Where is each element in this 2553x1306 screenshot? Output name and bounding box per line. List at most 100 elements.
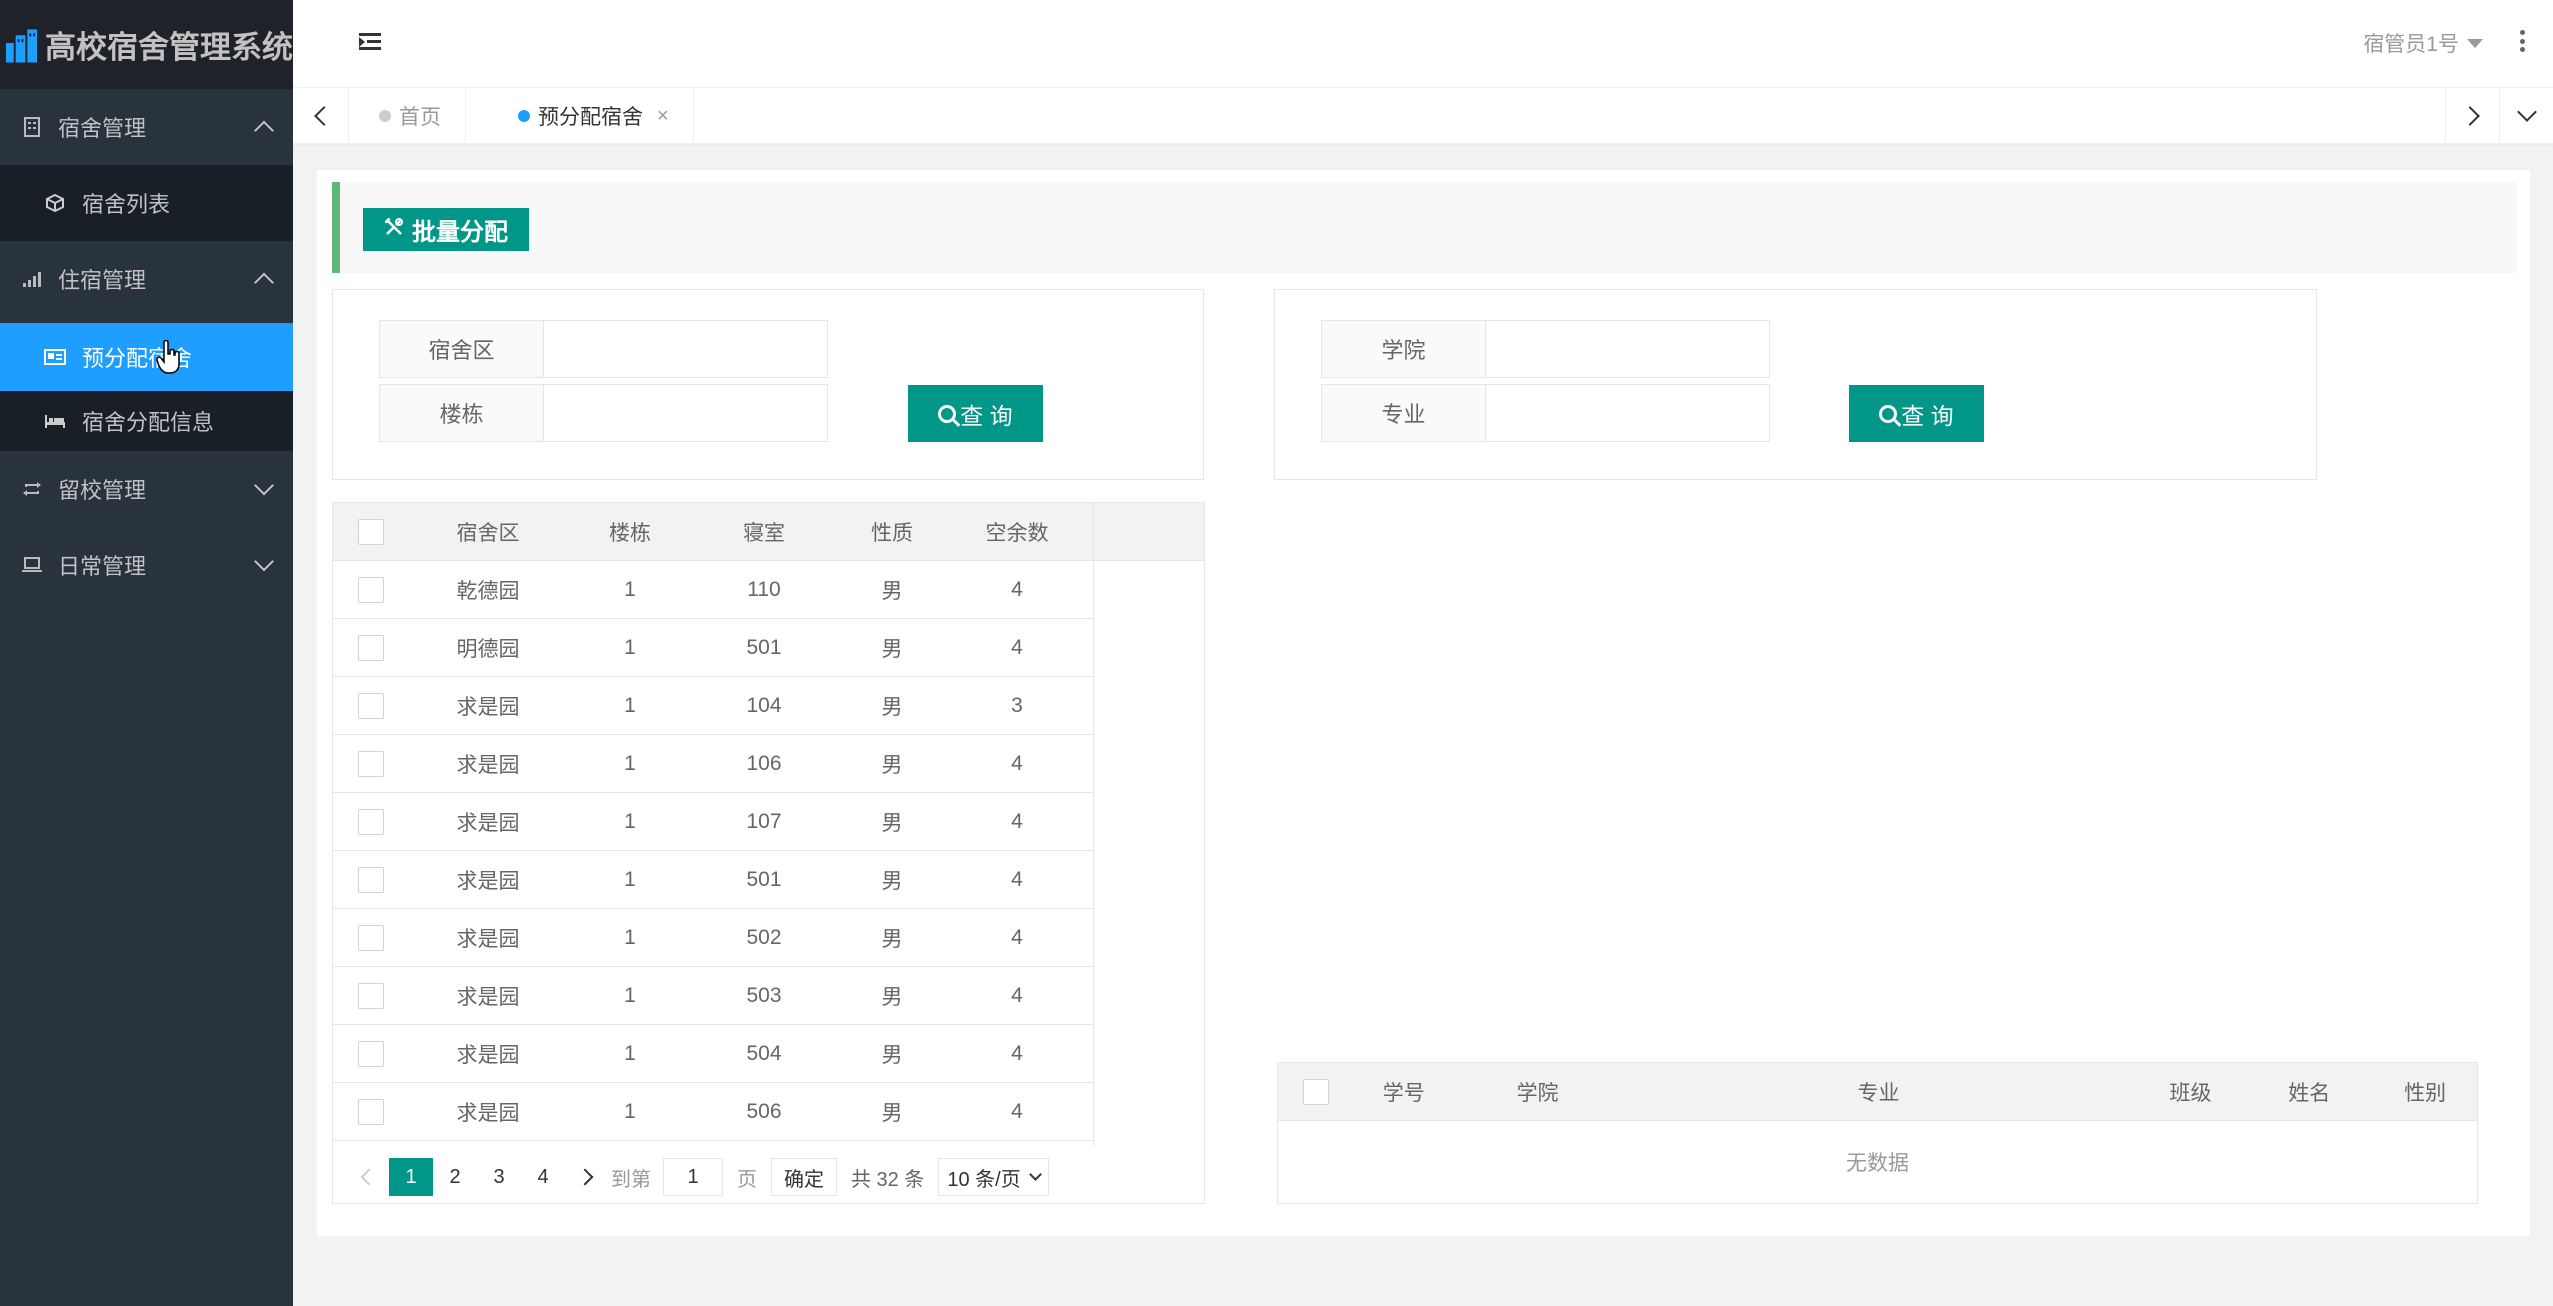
sidebar-item-dorm-list[interactable]: 宿舍列表 [0, 165, 293, 241]
page-size-select[interactable]: 10 条/页 [938, 1158, 1049, 1196]
table-row[interactable]: 求是园 1 506 男 4 [333, 1083, 1093, 1141]
dorm-area-field: 宿舍区 [379, 320, 828, 378]
table-cell: 求是园 [456, 869, 520, 893]
building-field: 楼栋 [379, 384, 828, 442]
table-row[interactable]: 求是园 1 502 男 4 [333, 909, 1093, 967]
page-button-3[interactable]: 3 [477, 1158, 521, 1196]
page-button-1[interactable]: 1 [389, 1158, 433, 1196]
page-button-2[interactable]: 2 [433, 1158, 477, 1196]
batch-assign-button[interactable]: 批量分配 [363, 208, 529, 251]
table-cell: 男 [881, 753, 903, 777]
row-checkbox[interactable] [358, 576, 384, 603]
tab-label: 预分配宿舍 [538, 106, 643, 129]
building-logo-icon [5, 28, 38, 63]
table-cell: 求是园 [456, 695, 520, 719]
sidebar-group-daily-management[interactable]: 日常管理 [0, 527, 293, 603]
dorm-query-button[interactable]: 查 询 [908, 385, 1043, 442]
tab-scroll-right-button[interactable] [2445, 88, 2499, 144]
sidebar-item-dorm-assignment-info[interactable]: 宿舍分配信息 [0, 391, 293, 451]
table-cell: 1 [624, 693, 636, 717]
search-icon [1879, 404, 1898, 423]
tab-scroll-left-button[interactable] [293, 88, 349, 144]
user-menu[interactable]: 宿管员1号 [2363, 28, 2483, 58]
table-cell: 104 [746, 693, 782, 717]
tab-home[interactable]: 首页 [349, 88, 466, 144]
main-panel: 批量分配 宿舍区 楼栋 查 询 学院 专业 查 询 宿舍区 楼栋 寝室 性质 空… [317, 170, 2530, 1236]
column-header: 楼栋 [609, 521, 651, 545]
page-button-4[interactable]: 4 [521, 1158, 565, 1196]
row-checkbox[interactable] [358, 924, 384, 951]
refresh-icon [22, 479, 42, 499]
table-row[interactable]: 求是园 1 106 男 4 [333, 735, 1093, 793]
sidebar-group-dorm-management[interactable]: 宿舍管理 [0, 89, 293, 165]
sidebar: 高校宿舍管理系统 宿舍管理 宿舍列表 住宿管理 预分配宿舍 宿舍分配信息 留校管… [0, 0, 293, 1306]
laptop-icon [22, 555, 42, 575]
college-input[interactable] [1486, 321, 1769, 377]
sidebar-group-stay-at-school[interactable]: 留校管理 [0, 451, 293, 527]
row-checkbox[interactable] [358, 808, 384, 835]
tab-pre-assign-dorm[interactable]: 预分配宿舍 × [496, 88, 694, 144]
row-checkbox[interactable] [358, 1098, 384, 1125]
dorm-area-input[interactable] [544, 321, 827, 377]
table-row[interactable]: 求是园 1 104 男 3 [333, 677, 1093, 735]
sidebar-group-label: 住宿管理 [58, 268, 147, 293]
row-checkbox[interactable] [358, 634, 384, 661]
table-row[interactable]: 乾德园 1 110 男 4 [333, 561, 1093, 619]
total-count: 共 32 条 [851, 1168, 925, 1191]
tab-menu-button[interactable] [2499, 88, 2553, 144]
more-vertical-icon[interactable] [2519, 30, 2525, 52]
tab-dot [518, 110, 530, 122]
table-cell: 4 [1011, 867, 1023, 891]
student-query-button[interactable]: 查 询 [1849, 385, 1984, 442]
chevron-down-icon [1028, 1168, 1042, 1181]
table-cell: 1 [624, 867, 636, 891]
table-cell: 501 [746, 635, 782, 659]
chevron-left-icon [360, 1168, 378, 1186]
goto-page-input[interactable] [663, 1158, 723, 1196]
logo: 高校宿舍管理系统 [0, 0, 293, 89]
select-all-checkbox[interactable] [1302, 1078, 1329, 1105]
table-cell: 求是园 [456, 985, 520, 1009]
field-label: 宿舍区 [380, 321, 544, 377]
dorm-table: 宿舍区 楼栋 寝室 性质 空余数 乾德园 1 110 男 4 明德园 1 501 男 4 求是园 1 1… [332, 502, 1205, 1204]
menu-collapse-icon[interactable] [359, 30, 383, 54]
row-checkbox[interactable] [358, 982, 384, 1009]
table-row[interactable]: 求是园 1 504 男 4 [333, 1025, 1093, 1083]
table-cell: 107 [746, 809, 782, 833]
college-field: 学院 [1321, 320, 1770, 378]
confirm-button[interactable]: 确定 [771, 1158, 837, 1196]
building-input[interactable] [544, 385, 827, 441]
next-page-button[interactable] [565, 1158, 605, 1196]
table-row[interactable]: 明德园 1 501 男 4 [333, 619, 1093, 677]
table-cell: 1 [624, 983, 636, 1007]
sidebar-item-label: 宿舍分配信息 [82, 410, 215, 435]
row-checkbox[interactable] [358, 750, 384, 777]
sidebar-submenu: 预分配宿舍 宿舍分配信息 [0, 323, 293, 451]
table-row[interactable]: 求是园 1 107 男 4 [333, 793, 1093, 851]
table-header-filler [1093, 503, 1204, 561]
row-checkbox[interactable] [358, 1040, 384, 1067]
table-cell: 男 [881, 869, 903, 893]
select-all-checkbox[interactable] [358, 518, 384, 545]
table-cell: 明德园 [456, 637, 520, 661]
row-checkbox[interactable] [358, 692, 384, 719]
student-table: 学号 学院 专业 班级 姓名 性别 无数据 [1277, 1062, 2478, 1204]
row-checkbox[interactable] [358, 866, 384, 893]
close-icon[interactable]: × [657, 105, 669, 128]
table-cell: 503 [746, 983, 782, 1007]
sidebar-item-pre-assign-dorm[interactable]: 预分配宿舍 [0, 323, 293, 391]
table-header: 学号 学院 专业 班级 姓名 性别 [1278, 1063, 2477, 1121]
table-row[interactable]: 求是园 1 501 男 4 [333, 851, 1093, 909]
table-cell: 求是园 [456, 927, 520, 951]
major-input[interactable] [1486, 385, 1769, 441]
prev-page-button[interactable] [349, 1158, 389, 1196]
table-row[interactable]: 求是园 1 503 男 4 [333, 967, 1093, 1025]
sidebar-group-housing-management[interactable]: 住宿管理 [0, 241, 293, 317]
table-cell: 110 [747, 577, 781, 601]
app-title: 高校宿舍管理系统 [45, 30, 293, 65]
column-header: 性别 [2404, 1081, 2447, 1105]
sidebar-submenu: 宿舍列表 [0, 165, 293, 241]
user-name: 宿管员1号 [2363, 33, 2459, 56]
empty-state: 无数据 [1846, 1152, 1909, 1175]
field-label: 学院 [1322, 321, 1486, 377]
